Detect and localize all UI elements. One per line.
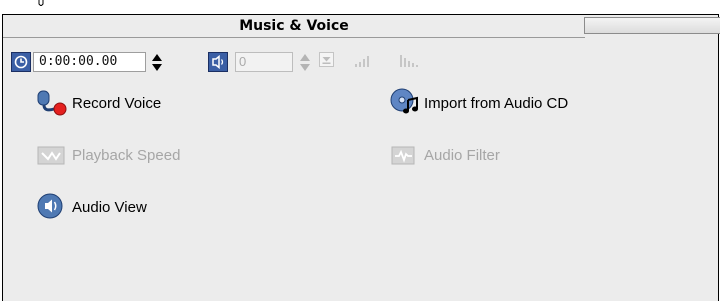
audio-view-icon bbox=[36, 191, 70, 223]
playback-speed-button[interactable]: Playback Speed bbox=[36, 139, 180, 171]
timecode-input[interactable]: 0:00:00.00 bbox=[33, 52, 146, 72]
panel-title: Music & Voice bbox=[3, 15, 585, 38]
volume-up-arrow[interactable] bbox=[300, 54, 310, 61]
volume-meter-icon bbox=[355, 56, 369, 67]
audio-filter-label: Audio Filter bbox=[424, 146, 500, 164]
record-voice-button[interactable]: Record Voice bbox=[36, 87, 161, 119]
timecode-stepper[interactable] bbox=[150, 52, 164, 72]
cd-music-icon bbox=[388, 87, 422, 119]
microphone-icon bbox=[36, 87, 70, 119]
volume-toggle-button[interactable] bbox=[208, 52, 228, 72]
panel-tab-strip bbox=[584, 17, 720, 34]
playback-speed-icon bbox=[36, 139, 70, 171]
volume-down-arrow[interactable] bbox=[300, 64, 310, 71]
volume-input[interactable]: 0 bbox=[235, 52, 293, 72]
volume-stepper[interactable] bbox=[298, 52, 312, 72]
audio-view-button[interactable]: Audio View bbox=[36, 191, 147, 223]
window-corner-mark bbox=[38, 0, 44, 6]
clock-icon bbox=[14, 55, 28, 69]
music-voice-panel: Music & Voice 0:00:00.00 0 Record Voice … bbox=[2, 14, 720, 301]
playback-speed-label: Playback Speed bbox=[72, 146, 181, 164]
record-voice-label: Record Voice bbox=[72, 94, 162, 112]
audio-filter-icon bbox=[388, 139, 422, 171]
timecode-up-arrow[interactable] bbox=[152, 54, 162, 61]
chevron-down-icon bbox=[322, 57, 331, 64]
audio-view-label: Audio View bbox=[72, 198, 147, 216]
speaker-icon bbox=[212, 55, 224, 69]
timecode-down-arrow[interactable] bbox=[152, 64, 162, 71]
audio-filter-button[interactable]: Audio Filter bbox=[388, 139, 500, 171]
import-audio-cd-label: Import from Audio CD bbox=[424, 94, 569, 112]
import-audio-cd-button[interactable]: Import from Audio CD bbox=[388, 87, 568, 119]
audio-level-icon bbox=[400, 55, 418, 67]
audio-toolbar: 0:00:00.00 0 bbox=[3, 50, 718, 74]
volume-dropdown-button[interactable] bbox=[319, 52, 334, 67]
duration-clock-button[interactable] bbox=[11, 52, 31, 72]
